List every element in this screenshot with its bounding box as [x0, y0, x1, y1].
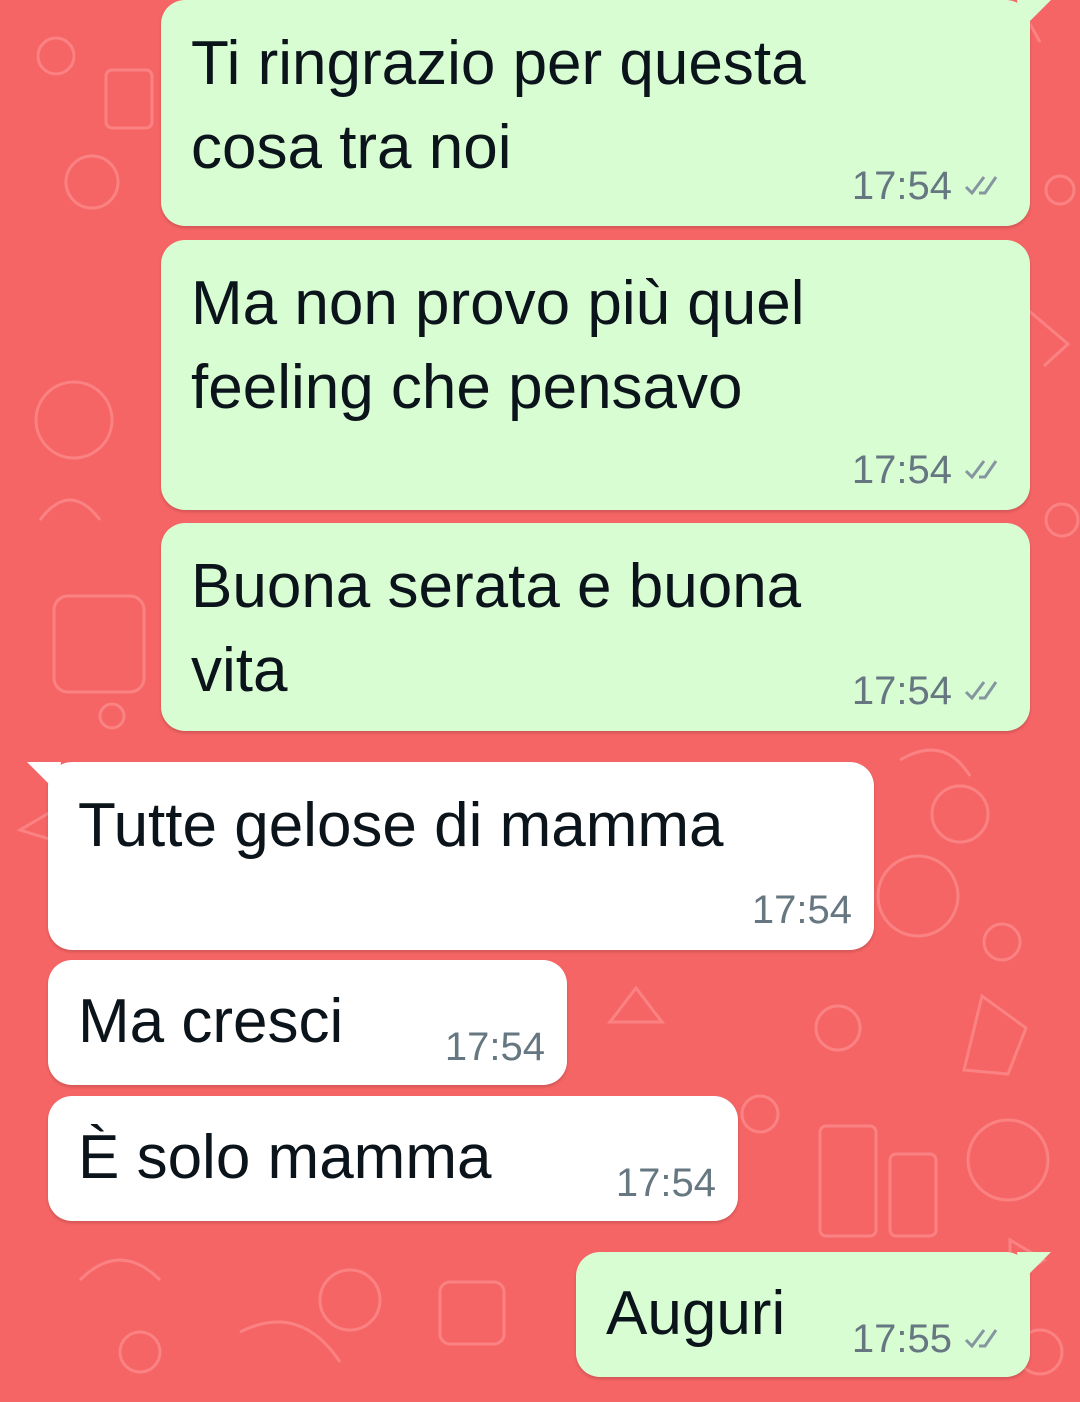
message-line: Tutte gelose di mamma: [78, 791, 724, 860]
bubble-tail-icon: [1017, 1252, 1051, 1282]
message-line: Buona serata e buona: [191, 552, 802, 621]
message-text: È solo mamma: [78, 1116, 491, 1200]
bubble-tail-icon: [1017, 0, 1051, 30]
incoming-message[interactable]: È solo mamma 17:54: [48, 1096, 738, 1221]
incoming-message[interactable]: Ma cresci 17:54: [48, 960, 567, 1085]
outgoing-message[interactable]: Buona serata e buona vita 17:54: [161, 523, 1030, 731]
message-text: Ti ringrazio per questa cosa tra noi: [191, 22, 806, 190]
message-meta: 17:54: [445, 1023, 545, 1071]
message-text: Ma cresci: [78, 980, 343, 1064]
message-line: cosa tra noi: [191, 113, 512, 182]
message-meta: 17:54: [852, 446, 1004, 494]
message-line: Ti ringrazio per questa: [191, 29, 806, 98]
chat-screen: { "theme": { "background": "#f66565", "o…: [0, 0, 1080, 1402]
message-time: 17:54: [615, 1161, 716, 1205]
incoming-message[interactable]: Tutte gelose di mamma 17:54: [27, 762, 874, 950]
message-text: Tutte gelose di mamma: [78, 784, 724, 868]
double-check-icon: [964, 460, 998, 480]
message-meta: 17:55: [852, 1315, 1004, 1363]
message-time: 17:54: [444, 1025, 545, 1069]
message-meta: 17:54: [852, 162, 1004, 210]
message-text: Buona serata e buona vita: [191, 545, 801, 713]
outgoing-message[interactable]: Ma non provo più quel feeling che pensav…: [161, 240, 1030, 510]
outgoing-message[interactable]: Ti ringrazio per questa cosa tra noi 17:…: [161, 0, 1051, 226]
message-time: 17:54: [751, 888, 852, 932]
message-text: Auguri: [606, 1272, 785, 1356]
message-meta: 17:54: [852, 667, 1004, 715]
double-check-icon: [964, 1329, 998, 1349]
message-time: 17:54: [851, 164, 952, 208]
message-meta: 17:54: [752, 886, 852, 934]
message-time: 17:54: [851, 669, 952, 713]
message-time: 17:55: [851, 1317, 952, 1361]
message-line: Ma non provo più quel: [191, 269, 805, 338]
message-text: Ma non provo più quel feeling che pensav…: [191, 262, 805, 430]
outgoing-message[interactable]: Auguri 17:55: [576, 1252, 1051, 1377]
message-time: 17:54: [851, 448, 952, 492]
message-line: Ma cresci: [78, 987, 344, 1056]
message-line: Auguri: [606, 1279, 786, 1348]
double-check-icon: [964, 681, 998, 701]
bubble-tail-icon: [27, 762, 61, 792]
message-line: È solo mamma: [78, 1123, 492, 1192]
double-check-icon: [964, 176, 998, 196]
message-meta: 17:54: [616, 1159, 716, 1207]
message-line: vita: [191, 636, 288, 705]
message-line: feeling che pensavo: [191, 353, 743, 422]
